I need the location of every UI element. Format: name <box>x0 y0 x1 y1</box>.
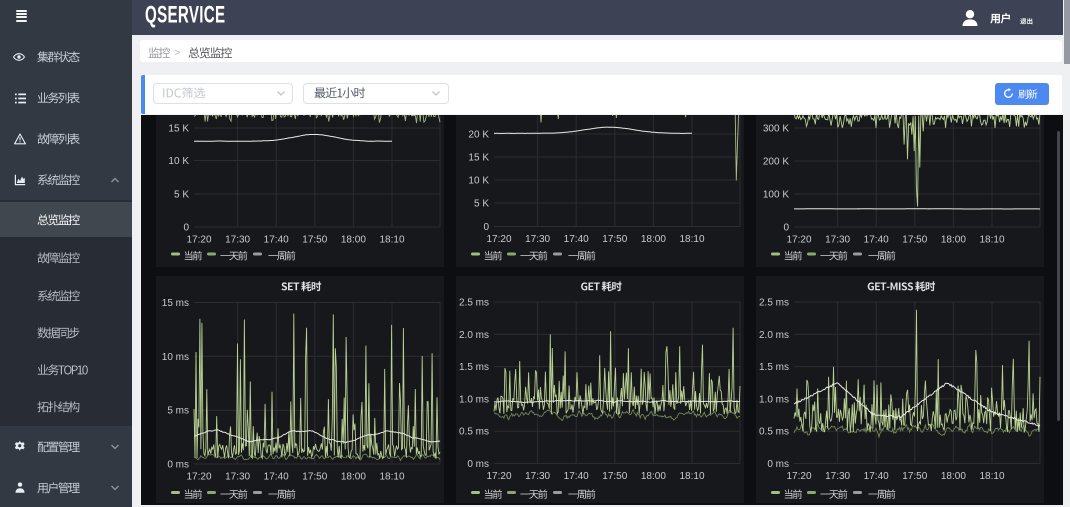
svg-text:17:40: 17:40 <box>564 234 589 245</box>
svg-text:0.5 ms: 0.5 ms <box>459 427 489 438</box>
svg-text:0: 0 <box>183 223 189 234</box>
svg-text:1.0 ms: 1.0 ms <box>459 394 489 405</box>
svg-text:1.5 ms: 1.5 ms <box>759 362 789 373</box>
svg-text:20 K: 20 K <box>469 130 490 141</box>
svg-text:18:00: 18:00 <box>941 471 966 482</box>
svg-text:2.0 ms: 2.0 ms <box>759 330 789 341</box>
svg-text:17:30: 17:30 <box>225 235 250 246</box>
svg-text:18:10: 18:10 <box>680 471 705 482</box>
svg-text:17:50: 17:50 <box>603 234 628 245</box>
svg-text:17:20: 17:20 <box>186 235 211 246</box>
svg-text:17:40: 17:40 <box>564 471 589 482</box>
svg-text:17:40: 17:40 <box>264 235 289 246</box>
svg-text:100 K: 100 K <box>763 190 789 201</box>
svg-text:15 K: 15 K <box>168 124 189 135</box>
svg-text:17:20: 17:20 <box>186 472 211 483</box>
svg-text:17:30: 17:30 <box>825 235 850 246</box>
svg-text:300 K: 300 K <box>763 124 789 135</box>
svg-text:10 ms: 10 ms <box>162 352 189 363</box>
svg-text:18:10: 18:10 <box>680 234 705 245</box>
svg-text:2.5 ms: 2.5 ms <box>459 298 489 309</box>
svg-text:17:50: 17:50 <box>903 471 928 482</box>
svg-text:17:40: 17:40 <box>264 472 289 483</box>
svg-text:17:50: 17:50 <box>302 235 327 246</box>
svg-text:18:10: 18:10 <box>980 235 1005 246</box>
svg-text:0.5 ms: 0.5 ms <box>759 427 789 438</box>
svg-text:17:50: 17:50 <box>302 472 327 483</box>
svg-text:17:30: 17:30 <box>525 234 550 245</box>
svg-text:2.5 ms: 2.5 ms <box>759 298 789 309</box>
svg-text:18:00: 18:00 <box>341 472 366 483</box>
svg-text:5 K: 5 K <box>174 190 189 201</box>
svg-text:0: 0 <box>784 223 790 234</box>
svg-text:0 ms: 0 ms <box>167 460 189 471</box>
svg-text:18:10: 18:10 <box>379 235 404 246</box>
svg-text:0: 0 <box>484 222 490 233</box>
svg-text:17:20: 17:20 <box>487 471 512 482</box>
svg-text:17:30: 17:30 <box>825 471 850 482</box>
svg-text:18:00: 18:00 <box>641 234 666 245</box>
svg-text:15 K: 15 K <box>469 153 490 164</box>
svg-text:1.0 ms: 1.0 ms <box>759 394 789 405</box>
svg-text:5 K: 5 K <box>474 199 489 210</box>
svg-text:18:00: 18:00 <box>941 235 966 246</box>
svg-text:18:10: 18:10 <box>980 471 1005 482</box>
svg-text:18:00: 18:00 <box>341 235 366 246</box>
svg-text:5 ms: 5 ms <box>167 406 189 417</box>
svg-text:17:20: 17:20 <box>787 235 812 246</box>
svg-text:17:20: 17:20 <box>487 234 512 245</box>
svg-text:17:30: 17:30 <box>525 471 550 482</box>
svg-text:17:40: 17:40 <box>864 235 889 246</box>
svg-text:15 ms: 15 ms <box>162 298 189 309</box>
svg-text:200 K: 200 K <box>763 157 789 168</box>
svg-text:17:40: 17:40 <box>864 471 889 482</box>
svg-text:2.0 ms: 2.0 ms <box>459 330 489 341</box>
svg-text:0 ms: 0 ms <box>468 459 490 470</box>
svg-text:0 ms: 0 ms <box>768 459 790 470</box>
svg-text:17:50: 17:50 <box>903 235 928 246</box>
svg-text:1.5 ms: 1.5 ms <box>459 362 489 373</box>
svg-text:17:50: 17:50 <box>603 471 628 482</box>
svg-text:17:20: 17:20 <box>787 471 812 482</box>
svg-text:18:00: 18:00 <box>641 471 666 482</box>
svg-text:17:30: 17:30 <box>225 472 250 483</box>
svg-text:10 K: 10 K <box>168 156 189 167</box>
svg-text:18:10: 18:10 <box>379 472 404 483</box>
svg-text:10 K: 10 K <box>469 176 490 187</box>
